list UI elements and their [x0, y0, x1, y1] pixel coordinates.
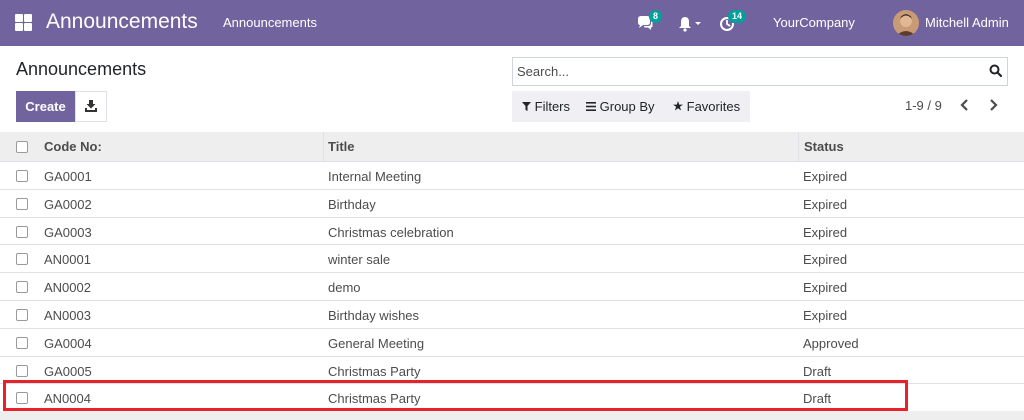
list-icon: [586, 102, 596, 111]
row-checkbox[interactable]: [16, 197, 28, 210]
cell-status: Expired: [803, 224, 848, 240]
top-navbar: Announcements Announcements 8 14 YourCom…: [0, 0, 1024, 46]
activity-icon[interactable]: 14: [719, 10, 747, 33]
activity-count-badge: 14: [728, 10, 747, 23]
table-body: GA0001 Internal Meeting Expired GA0002 Birth…: [0, 162, 1024, 413]
filters-label: Filters: [534, 99, 571, 114]
cell-title: Christmas Party: [328, 363, 421, 379]
row-checkbox[interactable]: [16, 170, 28, 182]
cell-code: AN0001: [44, 252, 91, 268]
table-row[interactable]: AN0003 Birthday wishes Expired: [0, 300, 1024, 329]
cell-status: Expired: [803, 307, 848, 323]
download-icon: [85, 100, 97, 112]
cell-title: General Meeting: [328, 335, 425, 351]
cell-status: Draft: [803, 363, 832, 379]
announcements-table: Code No: Title Status GA0001 Internal Mee…: [0, 132, 1024, 413]
cell-status: Expired: [803, 280, 848, 296]
user-menu[interactable]: Mitchell Admin: [925, 15, 1009, 30]
column-header-title[interactable]: Title: [328, 139, 355, 154]
group-by-label: Group By: [599, 99, 655, 114]
row-checkbox[interactable]: [16, 392, 28, 405]
search-box[interactable]: [512, 57, 1008, 86]
column-header-code[interactable]: Code No:: [44, 139, 102, 154]
table-row[interactable]: AN0004 Christmas Party Draft: [0, 384, 1024, 413]
column-header-status[interactable]: Status: [804, 139, 844, 154]
favorites-label: Favorites: [686, 99, 741, 114]
search-options-bar: Filters Group By Favorites: [512, 91, 750, 122]
table-header: Code No: Title Status: [0, 132, 1024, 162]
create-button[interactable]: Create: [16, 91, 75, 122]
bell-icon[interactable]: [678, 13, 702, 33]
cell-title: Christmas Party: [328, 391, 421, 407]
cell-code: AN0004: [44, 391, 91, 407]
cell-code: GA0004: [44, 335, 92, 351]
chat-icon[interactable]: 8: [637, 10, 663, 33]
table-row[interactable]: GA0002 Birthday Expired: [0, 189, 1024, 218]
table-row[interactable]: AN0001 winter sale Expired: [0, 245, 1024, 274]
chevron-right-icon: [990, 99, 998, 111]
cell-code: GA0005: [44, 363, 92, 379]
cell-status: Expired: [803, 252, 848, 268]
cell-code: AN0002: [44, 280, 91, 296]
cell-title: Birthday wishes: [328, 307, 420, 323]
download-button[interactable]: [75, 91, 107, 122]
star-icon: [673, 101, 683, 111]
app-title[interactable]: Announcements: [46, 10, 198, 34]
table-row[interactable]: AN0002 demo Expired: [0, 273, 1024, 301]
cell-code: GA0001: [44, 169, 92, 184]
table-row[interactable]: GA0003 Christmas celebration Expired: [0, 217, 1024, 246]
cell-status: Expired: [803, 196, 848, 212]
column-divider: [323, 132, 324, 162]
table-row[interactable]: GA0004 General Meeting Approved: [0, 328, 1024, 357]
cell-code: GA0002: [44, 196, 92, 212]
table-row[interactable]: GA0001 Internal Meeting Expired: [0, 162, 1024, 190]
column-divider: [798, 132, 799, 162]
cell-code: AN0003: [44, 307, 91, 323]
row-checkbox[interactable]: [16, 225, 28, 238]
company-switcher[interactable]: YourCompany: [773, 15, 855, 30]
apps-menu-icon[interactable]: [15, 14, 32, 31]
table-row[interactable]: GA0005 Christmas Party Draft: [0, 356, 1024, 385]
select-all-checkbox[interactable]: [16, 141, 28, 153]
pager-next-button[interactable]: [988, 99, 998, 114]
row-checkbox[interactable]: [16, 364, 28, 377]
cell-status: Approved: [803, 335, 859, 351]
favorites-button[interactable]: Favorites: [673, 99, 740, 114]
pager-value[interactable]: 1-9 / 9: [905, 98, 942, 113]
row-checkbox[interactable]: [16, 281, 28, 294]
user-avatar[interactable]: [893, 10, 919, 36]
filter-icon: [522, 102, 531, 111]
table-footer: [0, 411, 1024, 420]
filters-button[interactable]: Filters: [522, 99, 570, 114]
search-input[interactable]: [517, 64, 977, 79]
pager-previous-button[interactable]: [960, 99, 970, 114]
page-title: Announcements: [16, 59, 147, 79]
chevron-left-icon: [960, 99, 968, 111]
cell-title: Christmas celebration: [328, 224, 454, 240]
menu-item-announcements[interactable]: Announcements: [223, 15, 317, 30]
row-checkbox[interactable]: [16, 253, 28, 266]
chat-count-badge: 8: [649, 10, 663, 23]
cell-title: winter sale: [328, 252, 391, 268]
cell-status: Draft: [803, 391, 832, 407]
row-checkbox[interactable]: [16, 336, 28, 349]
cell-code: GA0003: [44, 224, 92, 240]
group-by-button[interactable]: Group By: [586, 99, 655, 114]
cell-title: Birthday: [328, 196, 376, 212]
cell-title: demo: [328, 280, 361, 296]
search-icon[interactable]: [989, 64, 1003, 80]
cell-status: Expired: [803, 169, 848, 184]
row-checkbox[interactable]: [16, 308, 28, 321]
cell-title: Internal Meeting: [328, 169, 422, 184]
